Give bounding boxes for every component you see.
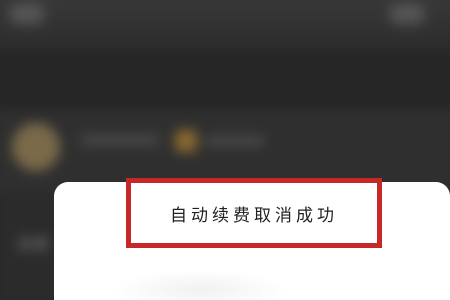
success-message-box: 自动续费取消成功 xyxy=(126,178,382,248)
background-text-line xyxy=(80,135,160,145)
app-screen: 目录 自动续费取消成功 xyxy=(0,0,450,300)
vip-badge-icon xyxy=(175,130,197,152)
auto-renew-cancelled-message: 自动续费取消成功 xyxy=(170,205,338,226)
background-label: 目录 xyxy=(18,237,50,253)
background-top-bar xyxy=(0,0,450,50)
background-header xyxy=(0,50,450,110)
more-icon xyxy=(390,4,424,24)
background-text-line xyxy=(205,136,265,146)
back-icon xyxy=(10,4,44,24)
dialog-shadow xyxy=(110,270,290,300)
avatar xyxy=(12,123,60,171)
